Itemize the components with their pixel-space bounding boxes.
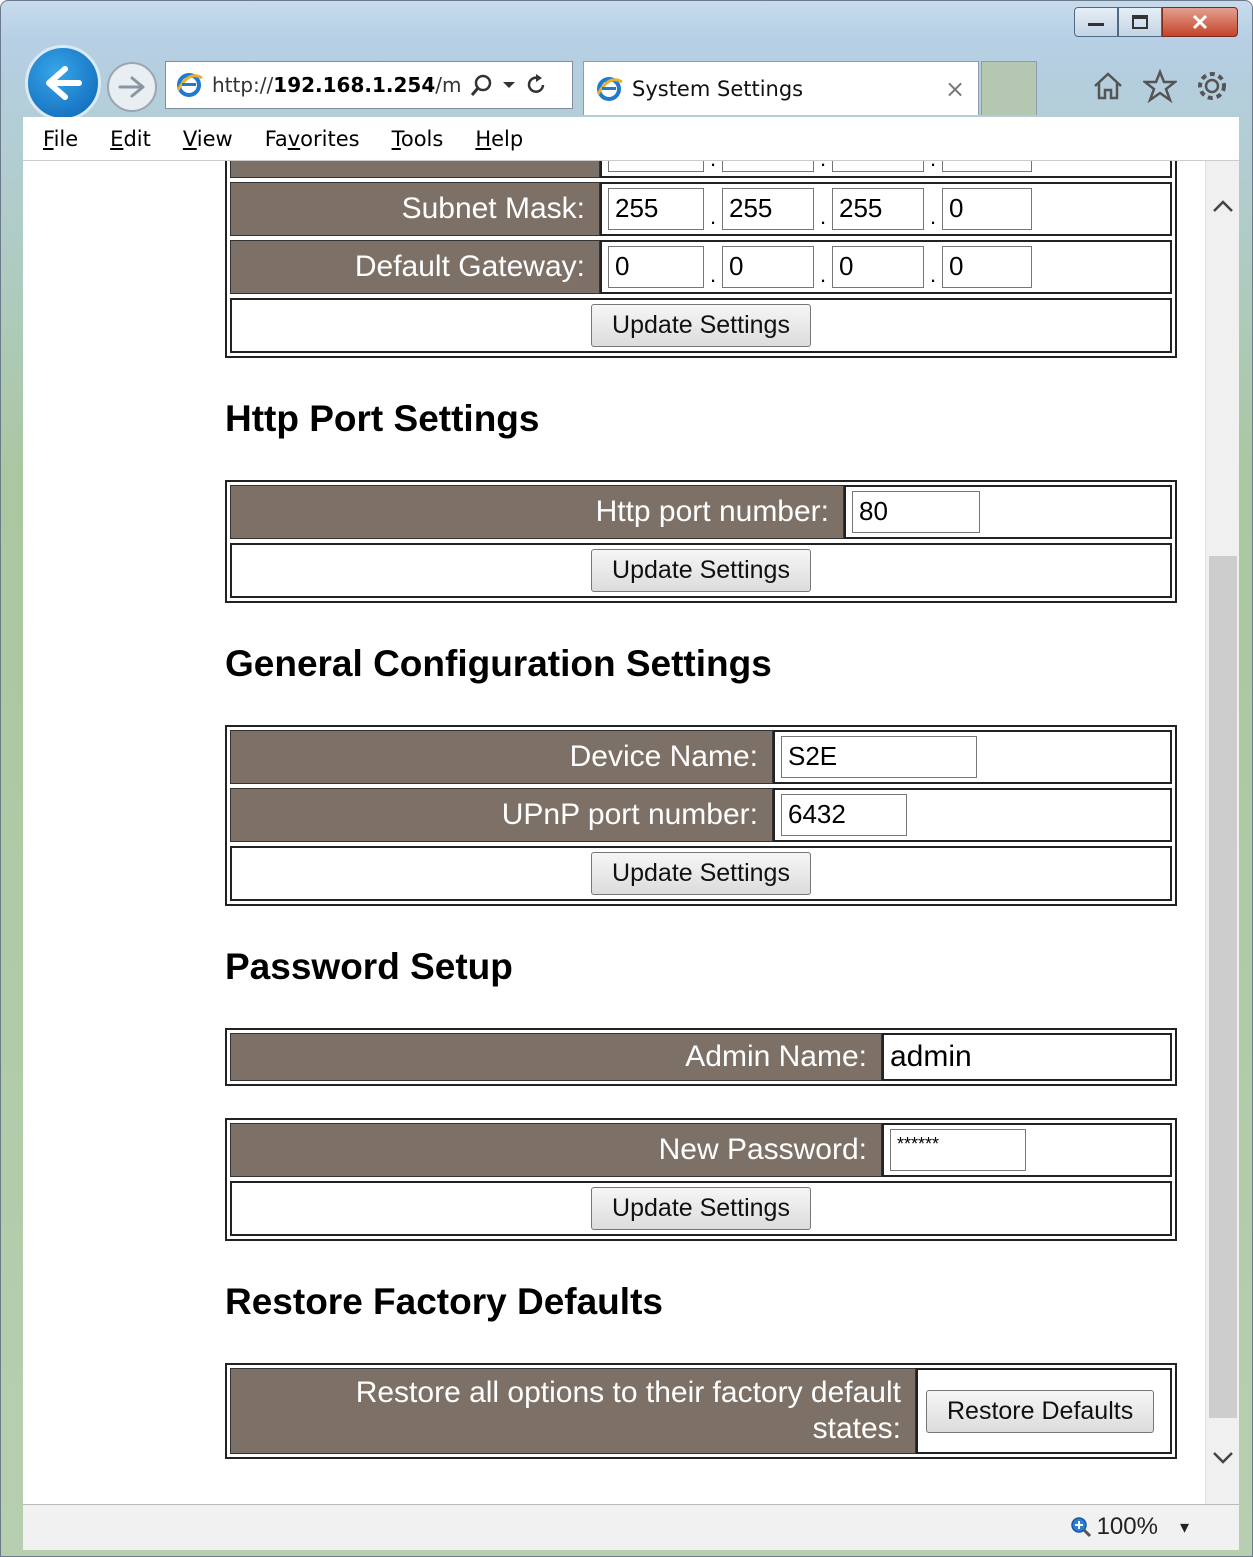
- admin-name-value[interactable]: admin: [882, 1033, 1172, 1081]
- static-ip-row: Static IP Address: 192.168.1.254: [230, 161, 1172, 178]
- tab-title: System Settings: [632, 76, 804, 101]
- general-config-table: Device Name: S2E UPnP port number: 6432 …: [225, 725, 1177, 906]
- tab-system-settings[interactable]: System Settings ×: [583, 61, 979, 115]
- ie-page-icon: [596, 76, 623, 101]
- menu-view[interactable]: View: [183, 127, 233, 151]
- new-password-input[interactable]: ******: [890, 1129, 1026, 1171]
- vertical-scrollbar[interactable]: [1205, 161, 1239, 1504]
- tab-close-icon[interactable]: ×: [940, 75, 970, 103]
- zoom-icon: [1070, 1517, 1091, 1538]
- forward-button[interactable]: [107, 62, 157, 112]
- back-arrow-icon: [46, 66, 82, 100]
- new-tab-button[interactable]: [981, 61, 1037, 115]
- gateway-octet-3[interactable]: 0: [832, 246, 924, 288]
- restore-defaults-row: Restore all options to their factory def…: [230, 1368, 1172, 1454]
- forward-arrow-icon: [118, 76, 145, 98]
- maximize-button[interactable]: [1118, 7, 1162, 37]
- scroll-down-icon[interactable]: [1206, 1441, 1240, 1475]
- static-ip-label: Static IP Address:: [230, 161, 600, 178]
- new-password-label: New Password:: [230, 1123, 882, 1177]
- static-ip-octet-4[interactable]: 254: [942, 161, 1032, 172]
- subnet-octet-3[interactable]: 255: [832, 188, 924, 230]
- http-update-button[interactable]: Update Settings: [591, 549, 811, 592]
- status-bar: 100% ▾: [23, 1504, 1239, 1550]
- upnp-port-input[interactable]: 6432: [781, 794, 907, 836]
- page-content: Static IP Address: 192.168.1.254 Subnet …: [225, 161, 1177, 1459]
- subnet-mask-row: Subnet Mask: 255. 255. 255. 0: [230, 182, 1172, 236]
- password-setup-heading: Password Setup: [225, 946, 513, 987]
- default-gateway-row: Default Gateway: 0.0.0.0: [230, 240, 1172, 294]
- general-update-button[interactable]: Update Settings: [591, 852, 811, 895]
- subnet-octet-1[interactable]: 255: [608, 188, 704, 230]
- menu-file[interactable]: File: [43, 127, 78, 151]
- admin-name-table: Admin Name: admin: [225, 1028, 1177, 1086]
- static-ip-octet-1[interactable]: 192: [608, 161, 704, 172]
- scroll-up-icon[interactable]: [1206, 189, 1240, 223]
- address-bar[interactable]: http://192.168.1.254/mi: [165, 61, 573, 109]
- browser-window: http://192.168.1.254/mi System Settings …: [0, 0, 1253, 1557]
- chevron-down-icon[interactable]: [502, 80, 516, 90]
- ie-page-icon: [176, 73, 203, 97]
- restore-defaults-button[interactable]: Restore Defaults: [926, 1389, 1155, 1433]
- back-button[interactable]: [25, 45, 101, 121]
- network-settings-table: Static IP Address: 192.168.1.254 Subnet …: [225, 161, 1177, 358]
- gear-icon[interactable]: [1193, 67, 1231, 105]
- general-config-heading: General Configuration Settings: [225, 643, 772, 684]
- http-port-row: Http port number: 80: [230, 485, 1172, 539]
- scrollbar-thumb[interactable]: [1209, 556, 1237, 1418]
- window-controls: [1074, 7, 1238, 37]
- search-icon[interactable]: [470, 73, 494, 97]
- device-name-input[interactable]: S2E: [781, 736, 977, 778]
- http-port-table: Http port number: 80 Update Settings: [225, 480, 1177, 603]
- menu-bar: File Edit View Favorites Tools Help: [23, 117, 1239, 161]
- favorites-star-icon[interactable]: [1141, 67, 1179, 105]
- upnp-port-row: UPnP port number: 6432: [230, 788, 1172, 842]
- http-port-label: Http port number:: [230, 485, 844, 539]
- zoom-control[interactable]: 100% ▾: [1069, 1513, 1189, 1541]
- page-viewport: Static IP Address: 192.168.1.254 Subnet …: [23, 161, 1205, 1504]
- new-password-row: New Password: ******: [230, 1123, 1172, 1177]
- admin-name-row: Admin Name: admin: [230, 1033, 1172, 1081]
- device-name-row: Device Name: S2E: [230, 730, 1172, 784]
- restore-defaults-label: Restore all options to their factory def…: [230, 1368, 916, 1454]
- minimize-button[interactable]: [1074, 7, 1118, 37]
- home-icon[interactable]: [1089, 67, 1127, 105]
- subnet-octet-2[interactable]: 255: [722, 188, 814, 230]
- http-port-input[interactable]: 80: [852, 491, 980, 533]
- restore-defaults-table: Restore all options to their factory def…: [225, 1363, 1177, 1459]
- restore-defaults-heading: Restore Factory Defaults: [225, 1281, 663, 1322]
- menu-favorites[interactable]: Favorites: [265, 127, 360, 151]
- menu-help[interactable]: Help: [475, 127, 523, 151]
- refresh-icon[interactable]: [524, 73, 548, 97]
- gateway-octet-4[interactable]: 0: [942, 246, 1032, 288]
- device-name-label: Device Name:: [230, 730, 773, 784]
- gateway-octet-2[interactable]: 0: [722, 246, 814, 288]
- close-window-button[interactable]: [1162, 7, 1238, 37]
- password-update-button[interactable]: Update Settings: [591, 1187, 811, 1230]
- static-ip-octet-2[interactable]: 168: [722, 161, 814, 172]
- static-ip-octet-3[interactable]: 1: [832, 161, 924, 172]
- subnet-mask-label: Subnet Mask:: [230, 182, 600, 236]
- menu-edit[interactable]: Edit: [110, 127, 151, 151]
- zoom-level: 100%: [1096, 1513, 1158, 1540]
- network-update-button[interactable]: Update Settings: [591, 304, 811, 347]
- upnp-port-label: UPnP port number:: [230, 788, 773, 842]
- gateway-octet-1[interactable]: 0: [608, 246, 704, 288]
- subnet-octet-4[interactable]: 0: [942, 188, 1032, 230]
- new-password-table: New Password: ****** Update Settings: [225, 1118, 1177, 1241]
- http-port-heading: Http Port Settings: [225, 398, 540, 439]
- menu-tools[interactable]: Tools: [392, 127, 444, 151]
- address-text[interactable]: http://192.168.1.254/mi: [212, 73, 462, 97]
- default-gateway-label: Default Gateway:: [230, 240, 600, 294]
- zoom-dropdown-icon[interactable]: ▾: [1180, 1517, 1189, 1538]
- admin-name-label: Admin Name:: [230, 1033, 882, 1081]
